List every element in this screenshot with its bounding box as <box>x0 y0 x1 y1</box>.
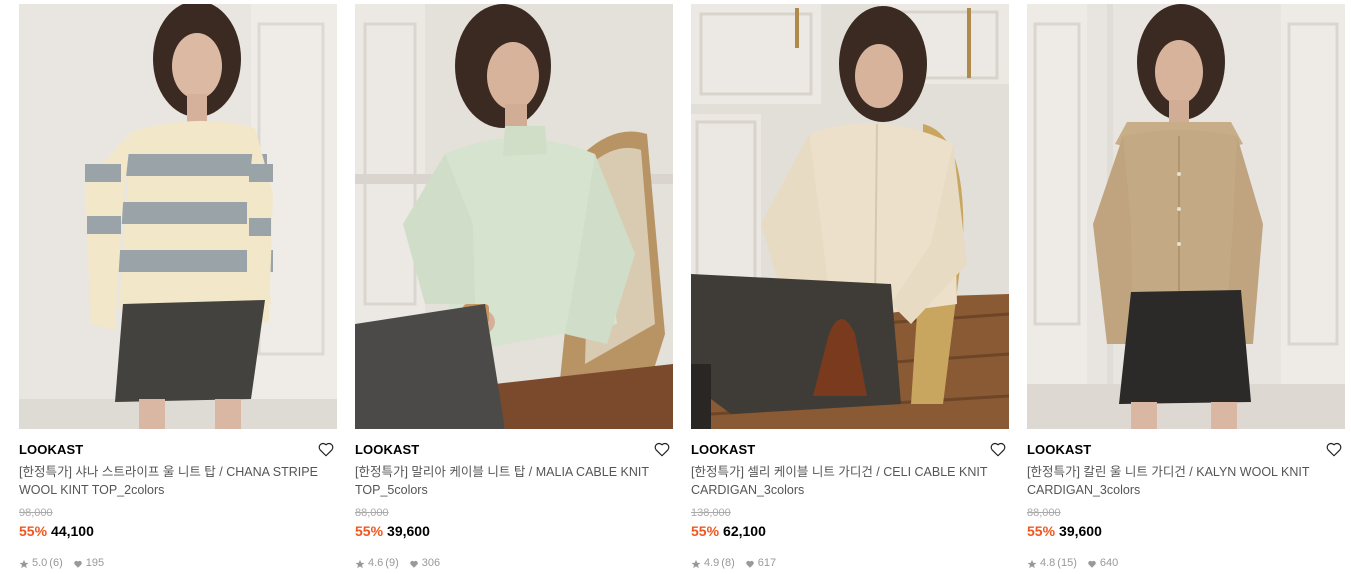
product-card[interactable]: LOOKAST [한정특가] 셀리 케이블 니트 가디건 / CELI CABL… <box>691 4 1009 570</box>
rating-value: 4.8 <box>1040 557 1056 569</box>
product-name[interactable]: [한정특가] 칼린 울 니트 가디건 / KALYN WOOL KNIT CAR… <box>1027 463 1345 499</box>
star-icon <box>19 559 32 569</box>
star-icon <box>691 559 704 569</box>
review-count: (9) <box>385 557 399 569</box>
original-price: 138,000 <box>691 507 731 519</box>
sale-price: 39,600 <box>1059 523 1102 539</box>
like-info: 306 <box>409 557 440 570</box>
rating-value: 5.0 <box>32 557 48 569</box>
product-grid: LOOKAST [한정특가] 샤나 스트라이프 울 니트 탑 / CHANA S… <box>0 0 1351 574</box>
discount-rate: 55% <box>19 523 48 539</box>
like-count: 617 <box>757 557 777 569</box>
like-info: 640 <box>1087 557 1118 570</box>
star-icon <box>355 559 368 569</box>
heart-outline-icon[interactable] <box>317 440 335 458</box>
discount-rate: 55% <box>1027 523 1056 539</box>
discount-rate: 55% <box>355 523 384 539</box>
original-price: 98,000 <box>19 507 53 519</box>
price-row: 55% 39,600 <box>355 523 673 540</box>
product-card[interactable]: LOOKAST [한정특가] 칼린 울 니트 가디건 / KALYN WOOL … <box>1027 4 1345 570</box>
price-row: 55% 44,100 <box>19 523 337 540</box>
product-meta: 4.9 (8) 617 <box>691 557 1009 570</box>
price-row: 55% 39,600 <box>1027 523 1345 540</box>
rating-value: 4.6 <box>368 557 384 569</box>
product-name[interactable]: [한정특가] 셀리 케이블 니트 가디건 / CELI CABLE KNIT C… <box>691 463 1009 499</box>
product-card[interactable]: LOOKAST [한정특가] 말리아 케이블 니트 탑 / MALIA CABL… <box>355 4 673 570</box>
heart-outline-icon[interactable] <box>1325 440 1343 458</box>
product-meta: 4.8 (15) 640 <box>1027 557 1345 570</box>
product-name[interactable]: [한정특가] 샤나 스트라이프 울 니트 탑 / CHANA STRIPE WO… <box>19 463 337 499</box>
product-image[interactable] <box>355 4 673 429</box>
heart-outline-icon[interactable] <box>989 440 1007 458</box>
like-info: 617 <box>745 557 776 570</box>
heart-filled-icon <box>1087 559 1100 569</box>
brand-name[interactable]: LOOKAST <box>691 442 1009 458</box>
product-image[interactable] <box>1027 4 1345 429</box>
product-meta: 4.6 (9) 306 <box>355 557 673 570</box>
brand-name[interactable]: LOOKAST <box>19 442 337 458</box>
product-meta: 5.0 (6) 195 <box>19 557 337 570</box>
sale-price: 62,100 <box>723 523 766 539</box>
brand-name[interactable]: LOOKAST <box>355 442 673 458</box>
product-image[interactable] <box>691 4 1009 429</box>
heart-filled-icon <box>409 559 422 569</box>
sale-price: 44,100 <box>51 523 94 539</box>
sale-price: 39,600 <box>387 523 430 539</box>
heart-filled-icon <box>73 559 86 569</box>
price-row: 55% 62,100 <box>691 523 1009 540</box>
heart-outline-icon[interactable] <box>653 440 671 458</box>
review-count: (15) <box>1057 557 1077 569</box>
discount-rate: 55% <box>691 523 720 539</box>
rating-value: 4.9 <box>704 557 720 569</box>
brand-name[interactable]: LOOKAST <box>1027 442 1345 458</box>
like-count: 306 <box>421 557 441 569</box>
review-count: (6) <box>49 557 63 569</box>
like-count: 195 <box>85 557 105 569</box>
original-price: 88,000 <box>1027 507 1061 519</box>
review-count: (8) <box>721 557 735 569</box>
like-count: 640 <box>1099 557 1119 569</box>
product-image[interactable] <box>19 4 337 429</box>
star-icon <box>1027 559 1040 569</box>
product-card[interactable]: LOOKAST [한정특가] 샤나 스트라이프 울 니트 탑 / CHANA S… <box>19 4 337 570</box>
original-price: 88,000 <box>355 507 389 519</box>
like-info: 195 <box>73 557 104 570</box>
heart-filled-icon <box>745 559 758 569</box>
product-name[interactable]: [한정특가] 말리아 케이블 니트 탑 / MALIA CABLE KNIT T… <box>355 463 673 499</box>
